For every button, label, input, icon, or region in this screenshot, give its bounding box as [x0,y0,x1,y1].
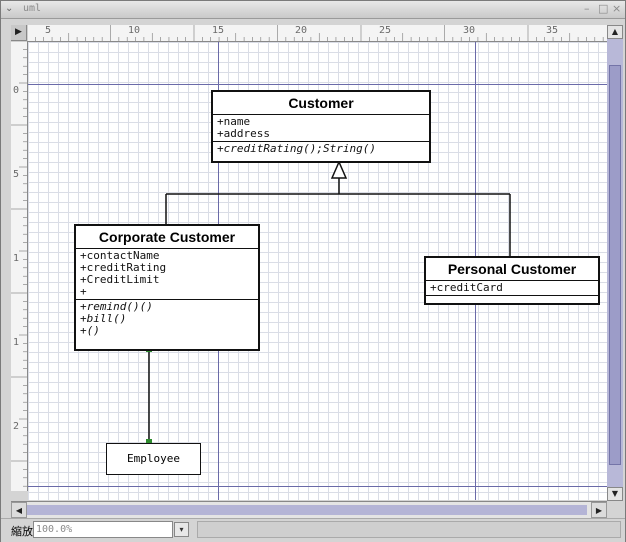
left-ruler: 0 5 1 1 2 [11,41,28,491]
scroll-down-icon[interactable]: ▼ [607,487,623,501]
ruler-corner-arrow-icon[interactable]: ▶ [11,25,27,41]
ruler-label: 10 [128,25,141,36]
top-ruler-ticks [27,25,604,41]
maximize-button[interactable]: □ [598,2,608,15]
operation-section: +remind()() +bill() +() [76,300,258,338]
diagram-canvas[interactable]: Customer +name +address +creditRating();… [28,42,607,500]
class-corporate-customer[interactable]: Corporate Customer +contactName +creditR… [74,224,260,351]
ruler-label: 1 [13,337,20,348]
operation-row: +bill() [80,312,127,325]
class-name: Corporate Customer [76,226,258,249]
window-menu-icon[interactable]: ⌄ [5,3,13,14]
vertical-scroll-thumb[interactable] [609,65,621,465]
ruler-label: 0 [13,85,20,96]
operation-section [426,296,598,302]
scroll-right-icon[interactable]: ▶ [591,502,607,518]
inheritance-arrow-icon[interactable] [330,160,348,179]
class-name: Customer [213,92,429,115]
ruler-label: 35 [546,25,559,36]
ruler-label: 5 [45,25,52,36]
scroll-up-icon[interactable]: ▲ [607,25,623,39]
horizontal-scroll-thumb[interactable] [27,505,587,515]
window-title: uml [23,3,42,14]
attribute-row: +CreditLimit [80,273,160,286]
close-button[interactable]: × [612,2,621,15]
vertical-scrollbar[interactable]: ▲ ▼ [607,25,623,501]
attribute-row: +address [217,127,270,140]
attribute-section: +creditCard [426,281,598,296]
zoom-label: 縮放 [11,525,33,538]
attribute-section: +contactName +creditRating +CreditLimit … [76,249,258,300]
zoom-input[interactable]: 100.0% [33,521,173,538]
operation-row: +creditRating();String() [217,142,376,155]
attribute-row: + [80,285,87,298]
zoom-dropdown-icon[interactable]: ▾ [174,522,189,537]
ruler-label: 30 [463,25,476,36]
status-bar: 縮放 100.0% ▾ [1,518,625,542]
ruler-label: 25 [379,25,392,36]
scroll-left-icon[interactable]: ◀ [11,502,27,518]
status-message-area [197,521,621,538]
ruler-label: 2 [13,421,20,432]
class-customer[interactable]: Customer +name +address +creditRating();… [211,90,431,163]
minimize-button[interactable]: – [584,2,590,15]
uml-window: ⌄ uml – □ × ▶ 5 10 15 20 25 30 35 0 5 1 … [0,0,626,542]
operation-section: +creditRating();String() [213,142,429,156]
operation-row: +() [80,324,100,337]
class-employee[interactable]: Employee [106,443,201,475]
attribute-row: +creditCard [430,281,503,294]
ruler-label: 20 [295,25,308,36]
ruler-label: 5 [13,169,20,180]
attribute-section: +name +address [213,115,429,142]
title-bar: ⌄ uml – □ × [1,1,625,19]
ruler-label: 1 [13,253,20,264]
class-personal-customer[interactable]: Personal Customer +creditCard [424,256,600,305]
top-ruler: 5 10 15 20 25 30 35 [27,25,607,42]
class-name: Personal Customer [426,258,598,281]
horizontal-scrollbar[interactable]: ◀ ▶ [11,501,607,518]
ruler-label: 15 [212,25,225,36]
